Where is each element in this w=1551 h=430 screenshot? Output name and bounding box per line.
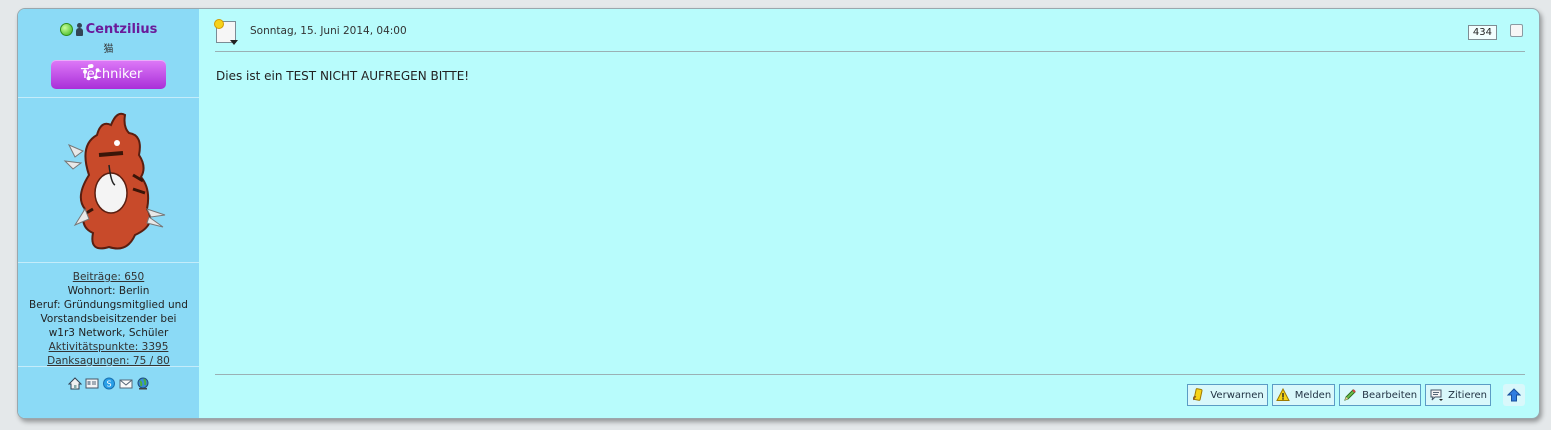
yellow-card-icon [1193, 388, 1203, 401]
avatar[interactable] [18, 98, 199, 263]
post-action-buttons: Verwarnen Melden Bearbeiten Zitieren [1187, 384, 1491, 406]
report-button[interactable]: Melden [1271, 384, 1336, 406]
post-date: Sonntag, 15. Juni 2014, 04:00 [250, 25, 407, 37]
warn-button[interactable]: Verwarnen [1187, 384, 1268, 406]
post-message: Dies ist ein TEST NICHT AUFREGEN BITTE! [216, 69, 470, 83]
contact-icons: S [18, 367, 199, 390]
post-footer-divider [215, 374, 1525, 375]
warning-triangle-icon [1275, 388, 1290, 401]
svg-text:S: S [106, 380, 111, 389]
quote-bubble-icon [1430, 389, 1444, 401]
post-select-checkbox[interactable] [1510, 24, 1523, 37]
arrow-up-icon [1507, 388, 1521, 402]
avatar-image [63, 112, 165, 250]
user-rank-badge: Techniker [51, 60, 166, 89]
thanks-count-link[interactable]: Danksagungen: 75 / 80 [18, 354, 199, 368]
warn-button-label: Verwarnen [1210, 389, 1264, 401]
quote-button-label: Zitieren [1448, 389, 1487, 401]
pencil-icon [1344, 389, 1356, 401]
scroll-to-top-button[interactable] [1503, 384, 1525, 406]
post-container: Centzilius 猫 Techniker Beiträge: 650 Woh… [17, 8, 1540, 419]
user-stats: Beiträge: 650 Wohnort: Berlin Beruf: Grü… [18, 263, 199, 367]
username-row: Centzilius [18, 9, 199, 37]
online-status-icon [59, 22, 73, 36]
post-number-link[interactable]: 434 [1467, 25, 1497, 40]
occupation-line-3: w1r3 Network, Schüler [48, 327, 169, 339]
activity-points-link[interactable]: Aktivitätspunkte: 3395 [18, 340, 199, 354]
residence-text: Wohnort: Berlin [67, 285, 150, 297]
report-button-label: Melden [1294, 389, 1332, 401]
posts-count-link[interactable]: Beiträge: 650 [18, 270, 199, 284]
occupation-line-2: Vorstandsbeisitzender bei [40, 313, 177, 325]
edit-button-label: Bearbeiten [1362, 389, 1418, 401]
email-icon[interactable] [119, 377, 133, 390]
post-header: Sonntag, 15. Juni 2014, 04:00 434 [214, 19, 1525, 52]
website-globe-icon[interactable] [136, 377, 150, 390]
user-header: Centzilius 猫 Techniker [18, 9, 199, 98]
edit-button[interactable]: Bearbeiten [1339, 384, 1422, 406]
skype-icon[interactable]: S [102, 377, 116, 390]
user-gender-icon [75, 22, 83, 36]
user-sidebar: Centzilius 猫 Techniker Beiträge: 650 Woh… [18, 9, 199, 418]
gear-icon [83, 64, 100, 81]
user-title: 猫 [103, 44, 114, 55]
new-post-document-icon[interactable] [214, 19, 238, 45]
post-main: Sonntag, 15. Juni 2014, 04:00 434 Dies i… [214, 9, 1539, 418]
quote-button[interactable]: Zitieren [1425, 384, 1491, 406]
occupation-line-1: Beruf: Gründungsmitglied und [29, 299, 188, 311]
profile-card-icon[interactable] [85, 377, 99, 390]
username-link[interactable]: Centzilius [86, 22, 158, 37]
home-icon[interactable] [67, 377, 82, 390]
